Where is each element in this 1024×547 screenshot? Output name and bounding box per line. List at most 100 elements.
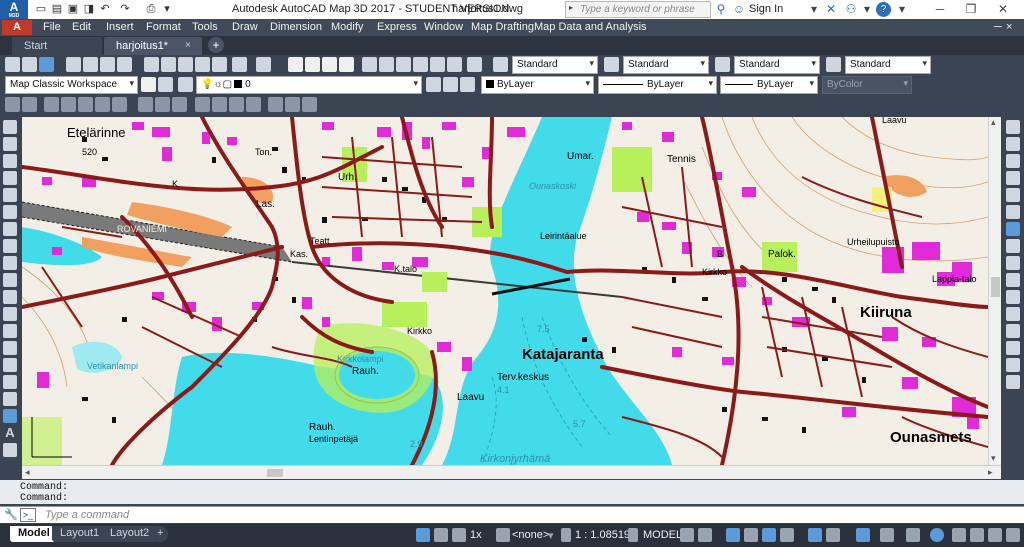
menu-express[interactable]: Express (377, 21, 417, 33)
quickcalc-icon[interactable] (447, 57, 462, 72)
chevron-down-icon[interactable]: ▾ (548, 529, 554, 542)
layer-states-icon[interactable] (178, 77, 193, 92)
map-tool-11-icon[interactable] (195, 97, 210, 112)
copy-icon[interactable] (161, 57, 176, 72)
block-editor-icon[interactable] (212, 57, 227, 72)
menu-dimension[interactable]: Dimension (270, 21, 322, 33)
help-tool-icon[interactable] (467, 57, 482, 72)
otrack-icon[interactable] (780, 528, 794, 542)
vertical-scroll-thumb[interactable] (991, 277, 1000, 297)
signin-dropdown-icon[interactable]: ▾ (805, 1, 823, 18)
map-tool-9-icon[interactable] (155, 97, 170, 112)
vertical-scrollbar[interactable]: ▴ ▾ (988, 117, 1001, 465)
menu-file[interactable]: File (43, 21, 61, 33)
lock-icon[interactable] (628, 528, 638, 542)
make-block-icon[interactable] (3, 324, 17, 338)
grid-icon[interactable] (416, 528, 430, 542)
map-tool-8-icon[interactable] (138, 97, 153, 112)
join-icon[interactable] (1006, 324, 1020, 338)
snap-mode-icon[interactable] (698, 528, 712, 542)
break-icon[interactable] (1006, 307, 1020, 321)
multiline-text-icon[interactable]: A (3, 426, 17, 440)
command-prompt-icon[interactable]: >_ (20, 508, 36, 522)
table-style-select[interactable]: Standard ▾ (734, 56, 820, 74)
map-tool-15-icon[interactable] (268, 97, 283, 112)
fillet-icon[interactable] (1006, 358, 1020, 372)
publish-icon[interactable] (100, 57, 115, 72)
new-file-icon[interactable]: ▭ (34, 2, 48, 16)
search-icon[interactable]: ⚲ (712, 1, 730, 18)
new-icon[interactable] (5, 57, 20, 72)
exchange-icon[interactable]: ✕ (822, 1, 840, 18)
tab-layout1[interactable]: Layout1 (52, 526, 108, 542)
undo-tool-icon[interactable] (232, 57, 247, 72)
rectangle-icon[interactable] (3, 188, 17, 202)
text-style-icon[interactable] (493, 57, 508, 72)
ortho-icon[interactable] (726, 528, 740, 542)
undo-icon[interactable]: ↶ (98, 2, 112, 16)
map-tool-5-icon[interactable] (78, 97, 93, 112)
customization-icon[interactable] (1006, 528, 1020, 542)
layer-match-icon[interactable] (460, 77, 475, 92)
hardware-acceleration-icon[interactable] (970, 528, 984, 542)
app-menu-icon[interactable]: A (2, 20, 32, 35)
qa-dropdown-icon[interactable]: ▾ (160, 2, 174, 16)
pan-icon[interactable] (288, 57, 303, 72)
erase-icon[interactable] (1006, 120, 1020, 134)
tool-palettes-icon[interactable] (396, 57, 411, 72)
add-layout-button[interactable]: + (152, 526, 169, 542)
hatch-icon[interactable] (3, 358, 17, 372)
sign-in-button[interactable]: Sign In (749, 3, 783, 15)
3d-print-icon[interactable] (117, 57, 132, 72)
tab-layout2[interactable]: Layout2 (102, 526, 158, 542)
clean-screen-icon[interactable] (988, 528, 1002, 542)
text-style-select[interactable]: Standard ▾ (512, 56, 598, 74)
customize-icon[interactable]: 🔧 (4, 508, 18, 521)
annotation-visibility-icon[interactable] (452, 528, 466, 542)
paste-icon[interactable] (178, 57, 193, 72)
user-icon[interactable]: ☺ (730, 1, 748, 18)
map-tool-16-icon[interactable] (285, 97, 300, 112)
menu-tools[interactable]: Tools (192, 21, 218, 33)
polar-icon[interactable] (744, 528, 758, 542)
command-line[interactable]: 🔧 >_ Type a command (0, 506, 1024, 523)
design-center-icon[interactable] (379, 57, 394, 72)
doc-minimize-icon[interactable]: ─ (994, 21, 1002, 33)
coordinate-system[interactable]: <none> (512, 529, 549, 541)
command-input[interactable]: Type a command (45, 509, 129, 521)
copy-object-icon[interactable] (1006, 137, 1020, 151)
map-tool-6-icon[interactable] (95, 97, 110, 112)
grid-display-icon[interactable] (680, 528, 694, 542)
match-properties-icon[interactable] (195, 57, 210, 72)
markup-icon[interactable] (430, 57, 445, 72)
dim-style-icon[interactable] (604, 57, 619, 72)
offset-icon[interactable] (1006, 171, 1020, 185)
app-logo-button[interactable]: A M3D (0, 0, 28, 19)
transparency-icon[interactable] (826, 528, 840, 542)
annotation-scale[interactable]: 1x (470, 529, 482, 541)
menu-map-drafting[interactable]: Map Drafting (471, 21, 534, 33)
lineweight-select[interactable]: ByLayer ▾ (720, 76, 818, 94)
warning-icon[interactable] (952, 528, 966, 542)
map-tool-2-icon[interactable] (22, 97, 37, 112)
table-icon[interactable] (3, 409, 17, 423)
redo-tool-icon[interactable] (256, 57, 271, 72)
globe-icon[interactable] (496, 528, 510, 542)
map-tool-12-icon[interactable] (212, 97, 227, 112)
drawing-canvas[interactable]: Etelärinne 520 Ton. K Urh. Las. Teatt Ka… (22, 117, 988, 465)
save-icon[interactable]: ▣ (66, 2, 80, 16)
make-current-icon[interactable] (426, 77, 441, 92)
tab-model[interactable]: Model (10, 526, 58, 542)
horizontal-scrollbar[interactable]: ◂ ▸ (22, 465, 1001, 479)
gradient-icon[interactable] (3, 375, 17, 389)
ellipse-icon[interactable] (3, 273, 17, 287)
move-icon[interactable] (1006, 205, 1020, 219)
point-icon[interactable] (3, 341, 17, 355)
map-tool-10-icon[interactable] (172, 97, 187, 112)
zoom-previous-icon[interactable] (339, 57, 354, 72)
isolate-objects-icon[interactable] (930, 528, 944, 542)
spline-icon[interactable] (3, 256, 17, 270)
dim-style-select[interactable]: Standard ▾ (623, 56, 709, 74)
map-tool-4-icon[interactable] (61, 97, 76, 112)
osnap-icon[interactable] (762, 528, 776, 542)
